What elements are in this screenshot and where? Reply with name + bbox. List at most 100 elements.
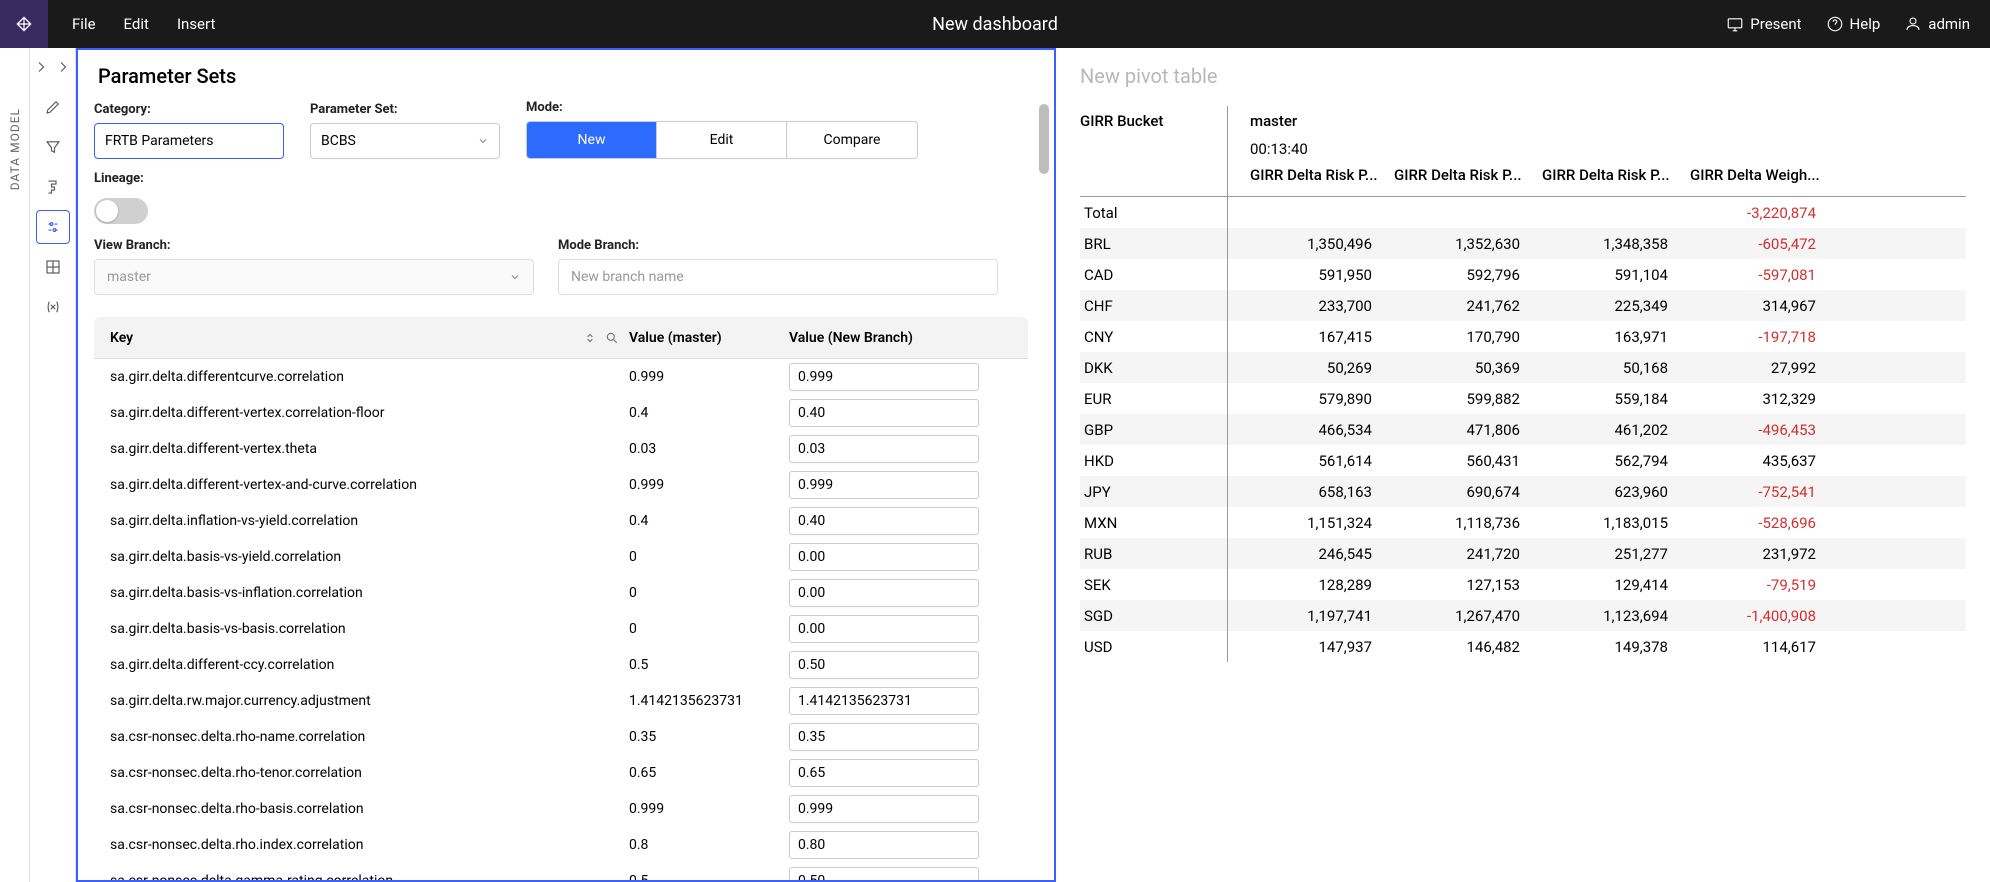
param-new-input[interactable] — [789, 615, 979, 643]
param-master-value: 0.35 — [629, 729, 789, 745]
pivot-bucket[interactable]: EUR — [1080, 383, 1228, 414]
param-new-input[interactable] — [789, 867, 979, 880]
pivot-bucket[interactable]: BRL — [1080, 228, 1228, 259]
pivot-col-3[interactable]: GIRR Delta Risk P... — [1534, 166, 1682, 196]
pivot-value: 241,720 — [1386, 545, 1534, 563]
pivot-bucket[interactable]: SEK — [1080, 569, 1228, 600]
pivot-value: 560,431 — [1386, 452, 1534, 470]
col-key-header[interactable]: Key — [110, 330, 133, 346]
topbar-right: Present Help admin — [1726, 15, 1990, 33]
pivot-bucket[interactable]: JPY — [1080, 476, 1228, 507]
col-new-header[interactable]: Value (New Branch) — [789, 330, 989, 346]
pivot-col-4[interactable]: GIRR Delta Weigh... — [1682, 166, 1830, 196]
rail-pencil[interactable] — [36, 90, 70, 124]
panel-scrollbar[interactable] — [1036, 100, 1052, 878]
param-new-input[interactable] — [789, 723, 979, 751]
pivot-bucket[interactable]: MXN — [1080, 507, 1228, 538]
param-key: sa.girr.delta.different-vertex-and-curve… — [94, 477, 629, 493]
pivot-bucket[interactable]: DKK — [1080, 352, 1228, 383]
param-new-input[interactable] — [789, 687, 979, 715]
param-new-input[interactable] — [789, 363, 979, 391]
user-label: admin — [1928, 15, 1970, 33]
pivot-row: HKD561,614560,431562,794435,637 — [1080, 445, 1966, 476]
logo-icon — [14, 14, 34, 34]
pivot-bucket[interactable]: RUB — [1080, 538, 1228, 569]
pivot-row: DKK50,26950,36950,16827,992 — [1080, 352, 1966, 383]
pivot-bucket[interactable]: Total — [1080, 197, 1228, 228]
menu-file[interactable]: File — [72, 15, 96, 33]
mode-branch-input[interactable] — [558, 259, 998, 295]
param-new-input[interactable] — [789, 759, 979, 787]
table-row: sa.csr-nonsec.delta.gamma-rating.correla… — [94, 863, 1028, 880]
param-new-input[interactable] — [789, 579, 979, 607]
category-select[interactable]: FRTB Parameters — [94, 123, 284, 159]
search-icon[interactable] — [605, 331, 619, 345]
pivot-value: 170,790 — [1386, 328, 1534, 346]
pivot-row: MXN1,151,3241,118,7361,183,015-528,696 — [1080, 507, 1966, 538]
present-icon — [1726, 15, 1744, 33]
param-new-input[interactable] — [789, 507, 979, 535]
param-new-input[interactable] — [789, 435, 979, 463]
pivot-value: 114,617 — [1682, 638, 1830, 656]
sort-icon[interactable] — [583, 331, 597, 345]
pivot-value: 241,762 — [1386, 297, 1534, 315]
pivot-bucket[interactable]: SGD — [1080, 600, 1228, 631]
pivot-master-header[interactable]: master — [1250, 106, 1308, 136]
mode-branch-label: Mode Branch: — [558, 238, 998, 253]
rail-variable[interactable] — [36, 290, 70, 324]
rail-format[interactable] — [36, 170, 70, 204]
parameter-table: Key Value (master) Value (New Branch) sa… — [94, 317, 1028, 880]
menu-edit[interactable]: Edit — [124, 15, 149, 33]
rail-sliders[interactable] — [36, 210, 70, 244]
dashboard-title[interactable]: New dashboard — [932, 14, 1058, 35]
pivot-row: Total-3,220,874 — [1080, 197, 1966, 228]
view-branch-select[interactable]: master — [94, 259, 534, 295]
mode-edit-button[interactable]: Edit — [657, 122, 787, 158]
pivot-col-1[interactable]: GIRR Delta Risk P... — [1228, 166, 1386, 196]
pivot-value: 1,118,736 — [1386, 514, 1534, 532]
sliders-icon — [44, 218, 62, 236]
pivot-bucket-header[interactable]: GIRR Bucket — [1080, 106, 1227, 136]
help-icon — [1826, 15, 1844, 33]
chevron-expand-icon[interactable] — [33, 58, 51, 76]
pivot-row: SGD1,197,7411,267,4701,123,694-1,400,908 — [1080, 600, 1966, 631]
pivot-bucket[interactable]: HKD — [1080, 445, 1228, 476]
pivot-bucket[interactable]: CAD — [1080, 259, 1228, 290]
paramset-select[interactable]: BCBS — [310, 123, 500, 159]
pivot-bucket[interactable]: GBP — [1080, 414, 1228, 445]
mode-compare-button[interactable]: Compare — [787, 122, 917, 158]
param-new-input[interactable] — [789, 651, 979, 679]
param-key: sa.csr-nonsec.delta.rho-tenor.correlatio… — [94, 765, 629, 781]
pivot-value: 127,153 — [1386, 576, 1534, 594]
mode-new-button[interactable]: New — [527, 122, 657, 158]
user-button[interactable]: admin — [1904, 15, 1970, 33]
pivot-value: -496,453 — [1682, 421, 1830, 439]
param-key: sa.girr.delta.basis-vs-inflation.correla… — [94, 585, 629, 601]
help-button[interactable]: Help — [1826, 15, 1881, 33]
present-button[interactable]: Present — [1726, 15, 1801, 33]
pivot-bucket[interactable]: CHF — [1080, 290, 1228, 321]
menu-insert[interactable]: Insert — [177, 15, 215, 33]
lineage-toggle[interactable] — [94, 198, 148, 224]
pivot-title[interactable]: New pivot table — [1080, 64, 1966, 88]
pivot-row: CNY167,415170,790163,971-197,718 — [1080, 321, 1966, 352]
param-new-input[interactable] — [789, 795, 979, 823]
pivot-bucket[interactable]: USD — [1080, 631, 1228, 662]
rail-grid[interactable] — [36, 250, 70, 284]
rail-filter[interactable] — [36, 130, 70, 164]
panel-title: Parameter Sets — [94, 64, 1028, 88]
pivot-value: 579,890 — [1228, 390, 1386, 408]
pivot-value: 658,163 — [1228, 483, 1386, 501]
param-new-input[interactable] — [789, 831, 979, 859]
pivot-col-2[interactable]: GIRR Delta Risk P... — [1386, 166, 1534, 196]
param-new-input[interactable] — [789, 399, 979, 427]
param-key: sa.girr.delta.different-ccy.correlation — [94, 657, 629, 673]
param-new-input[interactable] — [789, 471, 979, 499]
col-master-header[interactable]: Value (master) — [629, 330, 789, 346]
param-new-input[interactable] — [789, 543, 979, 571]
app-logo[interactable] — [0, 0, 48, 48]
pivot-value: 562,794 — [1534, 452, 1682, 470]
pivot-bucket[interactable]: CNY — [1080, 321, 1228, 352]
chevron-expand2-icon[interactable] — [55, 58, 73, 76]
param-key: sa.girr.delta.differentcurve.correlation — [94, 369, 629, 385]
